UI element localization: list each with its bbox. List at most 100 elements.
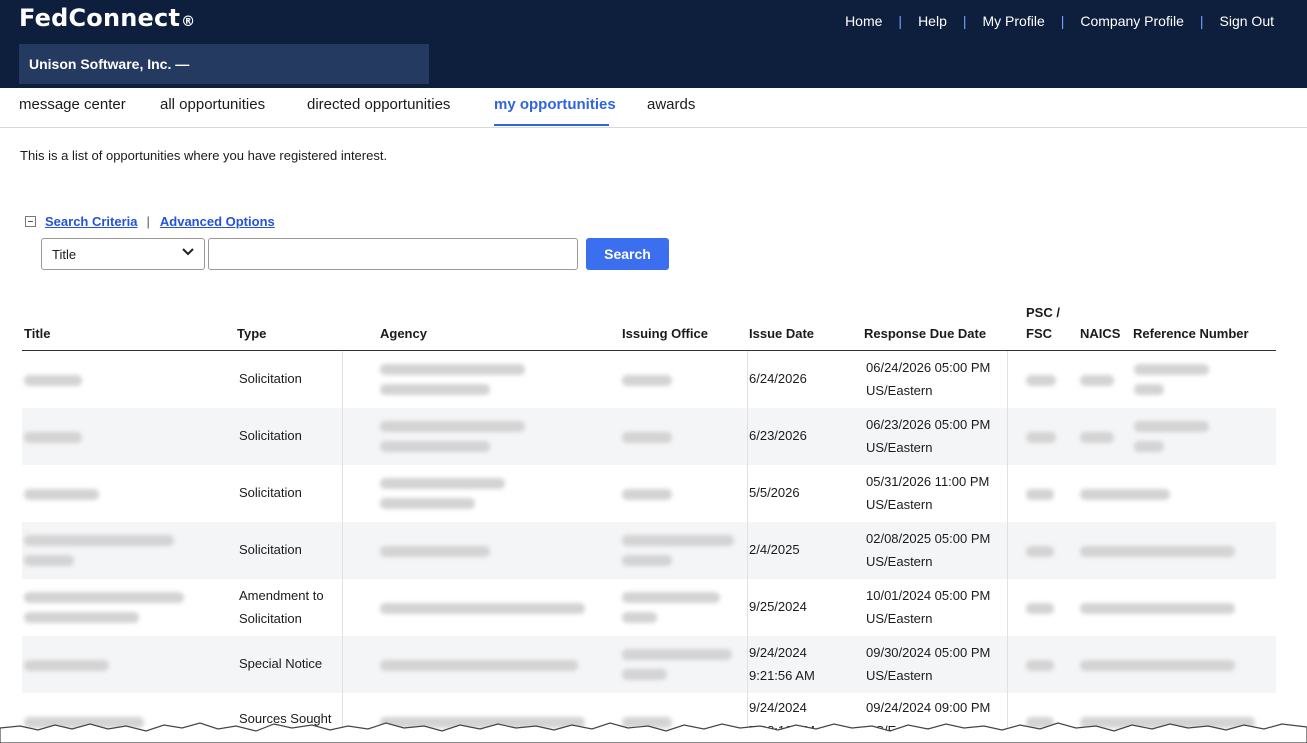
column-header-psc-fsc[interactable]: PSC / FSC (1026, 304, 1060, 343)
table-row[interactable]: Solicitation 6/24/2026 06/24/2026 05:00 … (22, 351, 1276, 408)
fedconnect-logo[interactable]: FedConnect® (19, 4, 195, 32)
redacted-title (24, 612, 139, 623)
top-nav: Home | Help | My Profile | Company Profi… (845, 13, 1274, 29)
redacted-title (24, 592, 184, 603)
redacted-reference (1134, 364, 1209, 375)
column-header-agency[interactable]: Agency (380, 325, 427, 343)
tab-directed-opportunities[interactable]: directed opportunities (307, 96, 450, 113)
column-header-type[interactable]: Type (237, 325, 266, 343)
redacted-naics (1080, 375, 1114, 386)
tab-my-opportunities[interactable]: my opportunities (494, 96, 616, 113)
redacted-office (622, 375, 672, 386)
redacted-agency (380, 421, 525, 432)
redacted-agency (380, 498, 475, 509)
redacted-naics (1080, 546, 1235, 557)
redacted-psc (1026, 603, 1054, 614)
redacted-office (622, 669, 667, 680)
redacted-agency (380, 478, 505, 489)
active-tab-indicator (494, 124, 609, 126)
cell-type: Solicitation (239, 485, 302, 500)
column-header-reference-number[interactable]: Reference Number (1133, 325, 1249, 343)
table-row[interactable]: Amendment to Solicitation 9/25/2024 10/01… (22, 579, 1276, 636)
cell-issue-date: 9/24/2024 9:21:56 AM (749, 645, 815, 683)
search-button[interactable]: Search (586, 238, 669, 270)
tab-awards[interactable]: awards (647, 96, 695, 113)
table-row[interactable]: Solicitation 2/4/2025 02/08/2025 05:00 P… (22, 522, 1276, 579)
redacted-naics (1080, 432, 1114, 443)
search-criteria-link[interactable]: Search Criteria (45, 214, 138, 229)
search-field-select[interactable]: Title (41, 238, 205, 270)
redacted-office (622, 432, 672, 443)
column-header-issue-date[interactable]: Issue Date (749, 325, 814, 343)
redacted-title (24, 660, 109, 671)
cell-type: Solicitation (239, 371, 302, 386)
redacted-agency (380, 384, 490, 395)
logo-registered-mark: ® (181, 14, 196, 30)
nav-my-profile-link[interactable]: My Profile (983, 13, 1045, 29)
cell-type: Special Notice (239, 656, 323, 671)
redacted-reference (1134, 421, 1209, 432)
redacted-psc (1026, 489, 1054, 500)
top-header: FedConnect® Home | Help | My Profile | C… (0, 0, 1307, 88)
redacted-psc (1026, 546, 1054, 557)
cell-response-due: 10/01/2024 05:00 PM US/Eastern (866, 588, 991, 626)
table-row[interactable]: Solicitation 5/5/2026 05/31/2026 11:00 P… (22, 465, 1276, 522)
nav-help-link[interactable]: Help (918, 13, 947, 29)
redacted-agency (380, 603, 585, 614)
cell-response-due: 06/24/2026 05:00 PM US/Eastern (866, 360, 991, 398)
redacted-office (622, 649, 732, 660)
redacted-title (24, 489, 99, 500)
nav-home-link[interactable]: Home (845, 13, 882, 29)
table-row[interactable]: Special Notice 9/24/2024 9:21:56 AM 09/30… (22, 636, 1276, 693)
redacted-office (622, 592, 720, 603)
nav-company-profile-link[interactable]: Company Profile (1080, 13, 1184, 29)
redacted-psc (1026, 375, 1056, 386)
redacted-office (622, 489, 672, 500)
cell-type: Solicitation (239, 428, 302, 443)
column-header-issuing-office[interactable]: Issuing Office (622, 325, 708, 343)
cell-response-due: 02/08/2025 05:00 PM US/Eastern (866, 531, 991, 569)
column-header-response-due-date[interactable]: Response Due Date (864, 325, 986, 343)
column-header-title[interactable]: Title (24, 325, 51, 343)
cell-issue-date: 6/24/2026 (749, 371, 807, 386)
cell-response-due: 09/30/2024 05:00 PM US/Eastern (866, 645, 991, 683)
redacted-reference (1134, 384, 1164, 395)
redacted-agency (380, 441, 490, 452)
redacted-office (622, 555, 672, 566)
collapse-icon[interactable] (25, 216, 36, 227)
redacted-agency (380, 660, 578, 671)
redacted-title (24, 432, 82, 443)
redacted-title (24, 555, 74, 566)
nav-separator: | (1199, 13, 1204, 29)
tab-all-opportunities[interactable]: all opportunities (160, 96, 265, 113)
search-input[interactable] (208, 238, 578, 270)
cell-type: Solicitation (239, 542, 302, 557)
main-tabs: message center all opportunities directe… (0, 88, 1307, 128)
redacted-naics (1080, 489, 1170, 500)
redacted-reference (1134, 441, 1164, 452)
cell-issue-date: 9/25/2024 (749, 599, 807, 614)
search-field-value: Title (52, 247, 77, 262)
nav-sign-out-link[interactable]: Sign Out (1220, 13, 1274, 29)
advanced-options-link[interactable]: Advanced Options (160, 214, 275, 229)
cell-response-due: 05/31/2026 11:00 PM US/Eastern (866, 474, 990, 512)
redacted-office (622, 535, 734, 546)
redacted-agency (380, 546, 490, 557)
cell-type: Amendment to Solicitation (239, 588, 324, 626)
redacted-psc (1026, 660, 1054, 671)
nav-separator: | (898, 13, 903, 29)
column-header-naics[interactable]: NAICS (1080, 325, 1120, 343)
cell-issue-date: 5/5/2026 (749, 485, 800, 500)
search-criteria-bar: Search Criteria | Advanced Options (25, 214, 275, 229)
tab-message-center[interactable]: message center (19, 96, 126, 113)
table-row[interactable]: Solicitation 6/23/2026 06/23/2026 05:00 … (22, 408, 1276, 465)
cell-issue-date: 6/23/2026 (749, 428, 807, 443)
criteria-separator: | (146, 214, 150, 229)
redacted-office (622, 612, 657, 623)
fsc-label: FSC (1026, 326, 1052, 341)
psc-label: PSC / (1026, 305, 1060, 320)
nav-separator: | (962, 13, 967, 29)
company-bar: Unison Software, Inc. — (19, 44, 429, 84)
cell-issue-date: 2/4/2025 (749, 542, 800, 557)
logo-text: FedConnect (19, 4, 181, 32)
